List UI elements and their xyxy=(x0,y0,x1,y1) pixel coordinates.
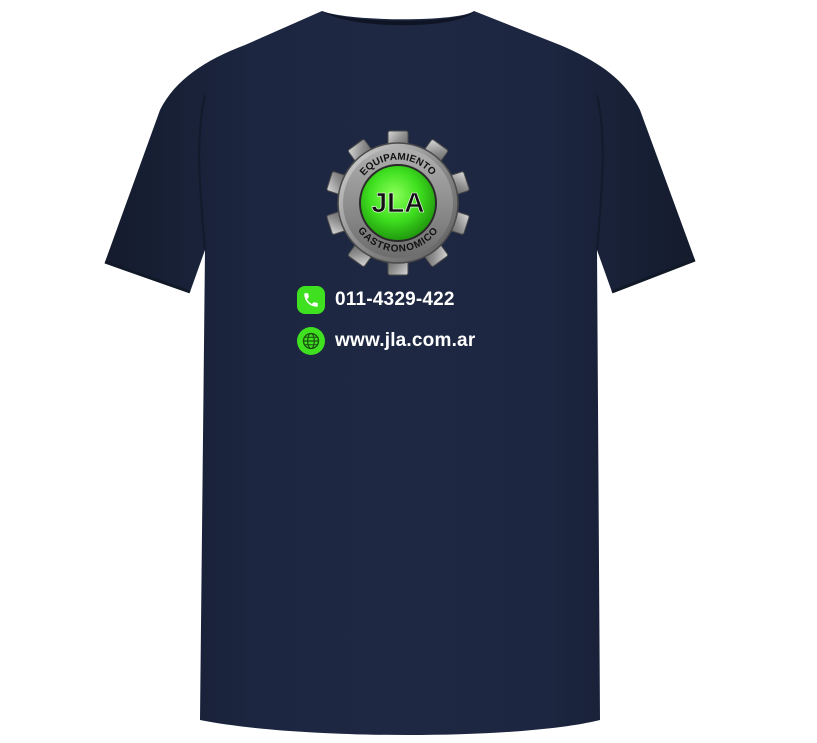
t-shirt-back: EQUIPAMIENTO GASTRONOMICO JLA xyxy=(104,11,696,735)
web-row: www.jla.com.ar xyxy=(297,327,475,355)
phone-number: 011-4329-422 xyxy=(335,289,455,310)
website-url: www.jla.com.ar xyxy=(335,330,476,351)
phone-row: 011-4329-422 xyxy=(297,286,455,314)
shirt-body xyxy=(105,11,695,735)
product-image: EQUIPAMIENTO GASTRONOMICO JLA 011-4329-4… xyxy=(0,0,817,743)
phone-icon xyxy=(297,286,325,314)
globe-icon xyxy=(297,327,325,355)
logo-center-text: JLA xyxy=(372,187,425,218)
